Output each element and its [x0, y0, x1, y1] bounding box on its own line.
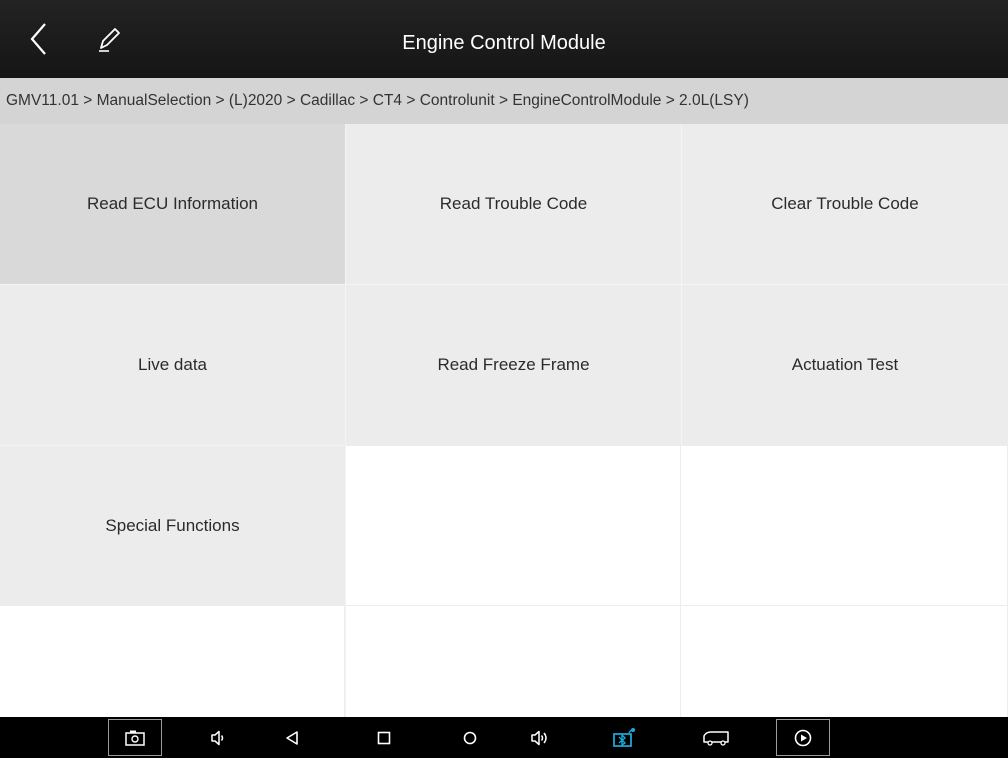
- volume-down-icon: [211, 730, 224, 745]
- back-icon: [286, 730, 298, 745]
- recents-button[interactable]: [364, 717, 404, 758]
- volume-up-icon: [531, 730, 547, 745]
- play-button[interactable]: [776, 719, 830, 756]
- function-label: Read ECU Information: [86, 194, 259, 213]
- clear-trouble-code-button[interactable]: Clear Trouble Code: [681, 124, 1008, 284]
- screenshot-button[interactable]: [108, 719, 162, 756]
- vci-connection-icon: [613, 727, 636, 747]
- empty-cell: [345, 605, 681, 717]
- read-freeze-frame-button[interactable]: Read Freeze Frame: [345, 284, 681, 445]
- special-functions-button[interactable]: Special Functions: [0, 445, 345, 605]
- actuation-test-button[interactable]: Actuation Test: [681, 284, 1008, 445]
- function-label: Special Functions: [105, 515, 240, 535]
- function-label: Live data: [138, 355, 207, 374]
- empty-cell: [0, 605, 345, 717]
- volume-up-button[interactable]: [520, 717, 560, 758]
- vehicle-button[interactable]: [696, 717, 736, 758]
- function-label: Read Trouble Code: [439, 194, 588, 213]
- empty-cell: [345, 445, 681, 605]
- function-label: Clear Trouble Code: [771, 194, 919, 213]
- function-label: Actuation Test: [791, 355, 899, 374]
- live-data-button[interactable]: Live data: [0, 284, 345, 445]
- empty-cell: [681, 605, 1008, 717]
- home-icon: [463, 731, 477, 744]
- function-label: Read Freeze Frame: [437, 355, 590, 374]
- breadcrumb: GMV11.01 > ManualSelection > (L)2020 > C…: [0, 78, 1008, 124]
- page-title: Engine Control Module: [402, 32, 606, 54]
- volume-down-button[interactable]: [198, 717, 238, 758]
- function-grid: Read ECU Information Read Trouble Code C…: [0, 124, 1008, 717]
- nav-back-button[interactable]: [272, 717, 312, 758]
- system-navigation-bar: [0, 717, 1008, 758]
- vehicle-icon: [703, 730, 729, 746]
- read-trouble-code-button[interactable]: Read Trouble Code: [345, 124, 681, 284]
- read-ecu-information-button[interactable]: Read ECU Information: [0, 124, 345, 284]
- empty-cell: [681, 445, 1008, 605]
- recents-icon: [377, 731, 391, 744]
- screenshot-icon: [125, 730, 145, 746]
- title-bar: Engine Control Module: [0, 0, 1008, 78]
- vci-connection-button[interactable]: [604, 717, 644, 758]
- play-icon: [794, 729, 812, 746]
- home-button[interactable]: [450, 717, 490, 758]
